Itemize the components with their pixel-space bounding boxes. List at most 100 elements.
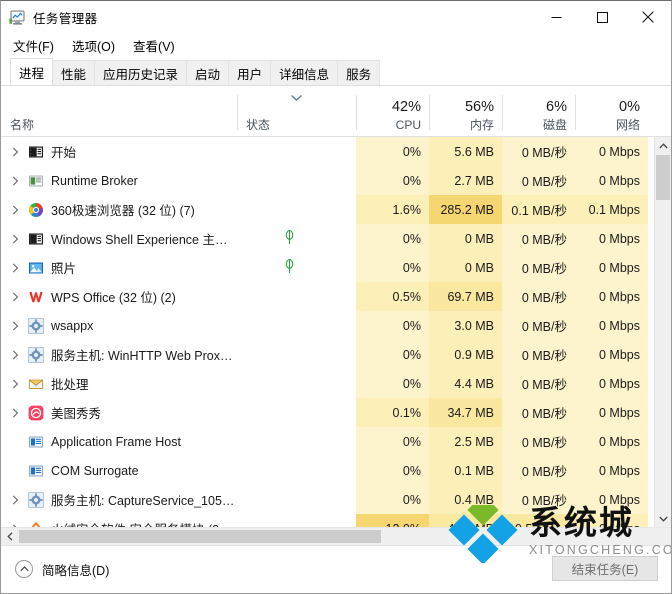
process-name-cell[interactable]: Application Frame Host xyxy=(1,427,237,456)
scroll-left-button[interactable] xyxy=(1,528,18,546)
maximize-button[interactable] xyxy=(579,1,625,33)
process-status-cell xyxy=(237,456,356,485)
table-row[interactable]: 开始 0% 5.6 MB 0 MB/秒 0 Mbps xyxy=(1,137,649,166)
expand-chevron-right-icon[interactable] xyxy=(7,233,23,244)
tab-app-history[interactable]: 应用历史记录 xyxy=(94,60,188,85)
table-row[interactable]: 火绒安全软件 安全服务模块 (3… 12.0%49.4 MB10.5 MB…0 M… xyxy=(1,514,649,527)
process-memory-cell: 34.7 MB xyxy=(429,398,502,427)
tab-processes[interactable]: 进程 xyxy=(10,58,54,85)
process-status-cell xyxy=(237,398,356,427)
table-row[interactable]: 360极速浏览器 (32 位) (7) 1.6% 285.2 MB 0.1 MB/秒 0… xyxy=(1,195,649,224)
process-name-cell[interactable]: Windows Shell Experience 主… xyxy=(1,224,237,253)
column-header-status-label: 状态 xyxy=(246,118,271,132)
tab-bar: 进程 性能 应用历史记录 启动 用户 详细信息 服务 xyxy=(1,58,671,86)
menu-bar: 文件(F) 选项(O) 查看(V) xyxy=(1,34,671,58)
process-name-cell[interactable]: 火绒安全软件 安全服务模块 (3… xyxy=(1,514,237,527)
tab-details[interactable]: 详细信息 xyxy=(270,60,339,85)
table-row[interactable]: 服务主机: CaptureService_105… 0% 0.4 MB 0 MB/秒 0… xyxy=(1,485,649,514)
expand-chevron-right-icon[interactable] xyxy=(7,204,23,215)
expand-chevron-right-icon[interactable] xyxy=(7,494,23,505)
tab-users[interactable]: 用户 xyxy=(228,60,272,85)
vertical-scrollbar[interactable] xyxy=(654,137,671,527)
horizontal-scrollbar-thumb[interactable] xyxy=(19,530,381,543)
close-button[interactable] xyxy=(625,1,671,33)
process-rows: 开始 0% 5.6 MB 0 MB/秒 0 Mbps Runtime Broker 0% 2.… xyxy=(1,137,649,527)
end-task-button[interactable]: 结束任务(E) xyxy=(552,556,658,581)
process-disk-cell: 0 MB/秒 xyxy=(502,427,575,456)
process-network-cell: 0 Mbps xyxy=(575,340,648,369)
process-network-cell: 0 Mbps xyxy=(575,311,648,340)
column-header-status[interactable]: 状态 xyxy=(237,86,356,136)
tab-startup[interactable]: 启动 xyxy=(186,60,230,85)
process-name-cell[interactable]: 照片 xyxy=(1,253,237,282)
column-header-network[interactable]: 0% 网络 xyxy=(575,86,648,136)
table-row[interactable]: 照片 0% 0 MB 0 MB/秒 0 Mbps xyxy=(1,253,649,282)
expand-chevron-right-icon[interactable] xyxy=(7,175,23,186)
process-cpu-cell: 0% xyxy=(356,369,429,398)
process-cpu-cell: 0% xyxy=(356,137,429,166)
process-memory-cell: 4.4 MB xyxy=(429,369,502,398)
suspended-leaf-icon xyxy=(284,229,295,248)
column-header-name[interactable]: 名称 xyxy=(1,86,237,136)
expand-chevron-right-icon[interactable] xyxy=(7,378,23,389)
process-name-cell[interactable]: wsappx xyxy=(1,311,237,340)
scroll-down-button[interactable] xyxy=(655,510,671,527)
network-total-percent: 0% xyxy=(619,99,640,115)
table-row[interactable]: 美图秀秀 0.1% 34.7 MB 0 MB/秒 0 Mbps xyxy=(1,398,649,427)
process-disk-cell: 0 MB/秒 xyxy=(502,166,575,195)
process-name-label: 360极速浏览器 (32 位) (7) xyxy=(51,204,195,218)
process-name-cell[interactable]: 服务主机: CaptureService_105… xyxy=(1,485,237,514)
expand-chevron-right-icon[interactable] xyxy=(7,320,23,331)
process-name-label: Runtime Broker xyxy=(51,173,138,188)
expand-chevron-right-icon[interactable] xyxy=(7,407,23,418)
column-header-memory[interactable]: 56% 内存 xyxy=(429,86,502,136)
menu-file[interactable]: 文件(F) xyxy=(8,34,63,58)
table-row[interactable]: WPS Office (32 位) (2) 0.5% 69.7 MB 0 MB/秒 0 … xyxy=(1,282,649,311)
table-row[interactable]: Application Frame Host 0% 2.5 MB 0 MB/秒 0 Mb… xyxy=(1,427,649,456)
process-status-cell xyxy=(237,224,356,253)
process-name-cell[interactable]: 360极速浏览器 (32 位) (7) xyxy=(1,195,237,224)
process-name-label: 开始 xyxy=(51,146,77,160)
table-row[interactable]: COM Surrogate 0% 0.1 MB 0 MB/秒 0 Mbps xyxy=(1,456,649,485)
process-cpu-cell: 0% xyxy=(356,311,429,340)
window-gray-icon xyxy=(28,173,44,189)
column-header-cpu[interactable]: 42% CPU xyxy=(356,86,429,136)
menu-options[interactable]: 选项(O) xyxy=(67,34,124,58)
table-row[interactable]: 批处理 0% 4.4 MB 0 MB/秒 0 Mbps xyxy=(1,369,649,398)
process-name-cell[interactable]: 开始 xyxy=(1,137,237,166)
expand-chevron-right-icon[interactable] xyxy=(7,262,23,273)
process-network-cell: 0 Mbps xyxy=(575,282,648,311)
expand-chevron-right-icon[interactable] xyxy=(7,349,23,360)
process-name-cell[interactable]: COM Surrogate xyxy=(1,456,237,485)
expand-chevron-right-icon[interactable] xyxy=(7,146,23,157)
table-row[interactable]: wsappx 0% 3.0 MB 0 MB/秒 0 Mbps xyxy=(1,311,649,340)
tab-services[interactable]: 服务 xyxy=(337,60,381,85)
process-name-cell[interactable]: WPS Office (32 位) (2) xyxy=(1,282,237,311)
scroll-up-button[interactable] xyxy=(655,137,671,154)
process-name-cell[interactable]: Runtime Broker xyxy=(1,166,237,195)
column-header-disk[interactable]: 6% 磁盘 xyxy=(502,86,575,136)
process-name-label: Windows Shell Experience 主… xyxy=(51,233,228,247)
process-cpu-cell: 12.0% xyxy=(356,514,429,527)
process-name-label: COM Surrogate xyxy=(51,463,139,478)
minimize-button[interactable] xyxy=(533,1,579,33)
column-header-network-label: 网络 xyxy=(615,118,640,132)
process-memory-cell: 0.9 MB xyxy=(429,340,502,369)
window-blue-icon xyxy=(28,463,44,479)
table-row[interactable]: Windows Shell Experience 主… 0% 0 MB 0 MB/秒 0… xyxy=(1,224,649,253)
fewer-details-button[interactable]: 简略信息(D) xyxy=(15,560,109,579)
scrollbar-thumb[interactable] xyxy=(656,155,670,200)
process-name-cell[interactable]: 美图秀秀 xyxy=(1,398,237,427)
horizontal-scrollbar[interactable] xyxy=(1,527,671,545)
table-row[interactable]: Runtime Broker 0% 2.7 MB 0 MB/秒 0 Mbps xyxy=(1,166,649,195)
menu-view[interactable]: 查看(V) xyxy=(128,34,184,58)
tab-performance[interactable]: 性能 xyxy=(52,60,96,85)
table-row[interactable]: 服务主机: WinHTTP Web Prox… 0% 0.9 MB 0 MB/秒 0 M… xyxy=(1,340,649,369)
process-network-cell: 0 Mbps xyxy=(575,514,648,527)
process-name-cell[interactable]: 服务主机: WinHTTP Web Prox… xyxy=(1,340,237,369)
process-status-cell xyxy=(237,282,356,311)
process-name-cell[interactable]: 批处理 xyxy=(1,369,237,398)
task-manager-window: 任务管理器 文件(F) 选项(O) 查看(V) 进程 性能 应用历史记录 启动 … xyxy=(0,0,672,594)
memory-total-percent: 56% xyxy=(464,99,494,115)
expand-chevron-right-icon[interactable] xyxy=(7,291,23,302)
